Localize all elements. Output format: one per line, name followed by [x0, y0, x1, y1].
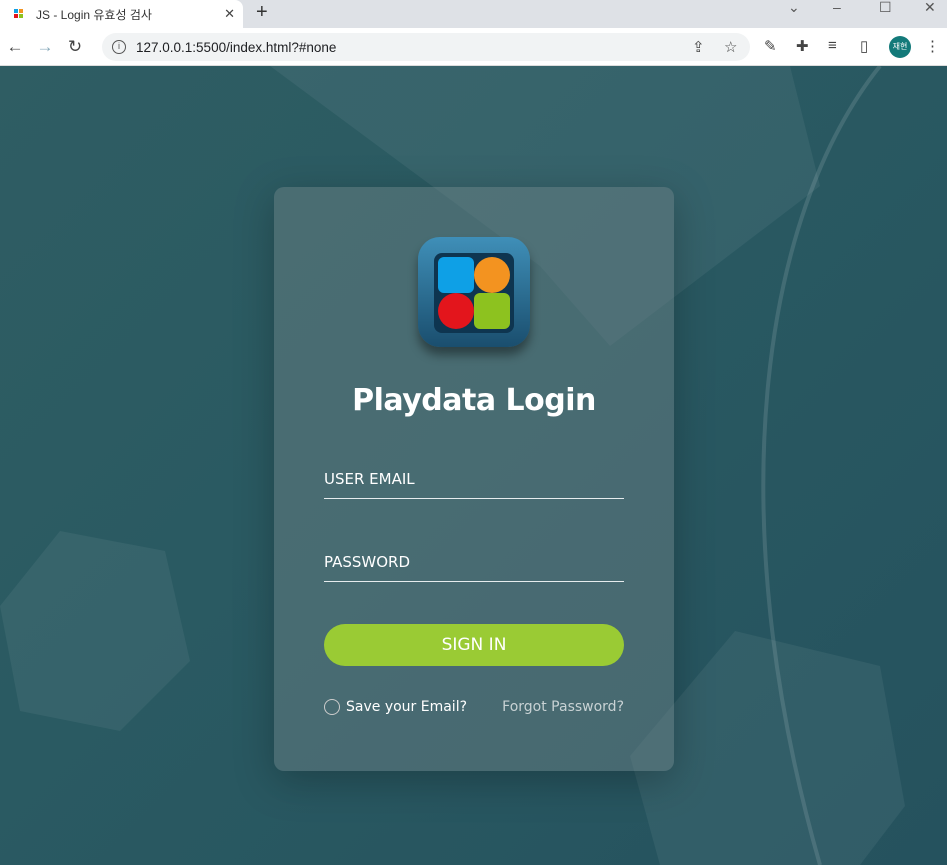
password-field[interactable]: PASSWORD — [324, 553, 624, 582]
browser-tab[interactable]: JS - Login 유효성 검사 ✕ — [0, 0, 243, 28]
new-tab-button[interactable]: + — [256, 1, 268, 24]
sign-in-button[interactable]: SIGN IN — [324, 624, 624, 666]
bg-hexagon — [0, 531, 190, 731]
close-tab-icon[interactable]: ✕ — [224, 6, 235, 22]
reload-icon[interactable]: ↻ — [60, 37, 90, 57]
browser-toolbar: ← → ↻ i 127.0.0.1:5500/index.html?#none … — [0, 28, 947, 66]
reading-list-icon[interactable]: ≡ — [828, 37, 837, 54]
avatar[interactable]: 재현 — [889, 36, 911, 58]
page-title: Playdata Login — [352, 383, 596, 418]
playdata-logo — [418, 237, 530, 347]
eyedropper-extension-icon[interactable]: ✎ — [764, 37, 777, 55]
tab-search-icon[interactable]: ⌄ — [788, 0, 800, 14]
tab-title: JS - Login 유효성 검사 — [36, 7, 152, 22]
back-icon[interactable]: ← — [0, 37, 30, 57]
login-page: Playdata Login USER EMAIL PASSWORD SIGN … — [0, 66, 947, 865]
email-field[interactable]: USER EMAIL — [324, 470, 624, 499]
url-text[interactable]: 127.0.0.1:5500/index.html?#none — [136, 40, 336, 55]
minimize-icon[interactable]: – — [833, 0, 841, 14]
share-icon[interactable]: ⇪ — [692, 38, 705, 56]
login-card: Playdata Login USER EMAIL PASSWORD SIGN … — [274, 187, 674, 771]
forward-icon[interactable]: → — [30, 37, 60, 57]
tab-strip: JS - Login 유효성 검사 ✕ + ⌄ – ☐ ✕ — [0, 0, 947, 28]
save-email-radio[interactable] — [324, 699, 340, 715]
menu-icon[interactable]: ⋮ — [925, 37, 940, 55]
forgot-password-link[interactable]: Forgot Password? — [502, 699, 624, 715]
close-window-icon[interactable]: ✕ — [924, 0, 936, 14]
extensions-puzzle-icon[interactable]: ✚ — [796, 37, 809, 55]
maximize-icon[interactable]: ☐ — [879, 0, 892, 14]
bookmark-star-icon[interactable]: ☆ — [724, 38, 737, 56]
save-email-label[interactable]: Save your Email? — [346, 699, 467, 715]
favicon-icon — [14, 9, 24, 19]
address-bar[interactable]: i 127.0.0.1:5500/index.html?#none ⇪ ☆ — [102, 33, 750, 61]
site-info-icon[interactable]: i — [112, 40, 126, 54]
side-panel-icon[interactable]: ▯ — [860, 37, 868, 55]
